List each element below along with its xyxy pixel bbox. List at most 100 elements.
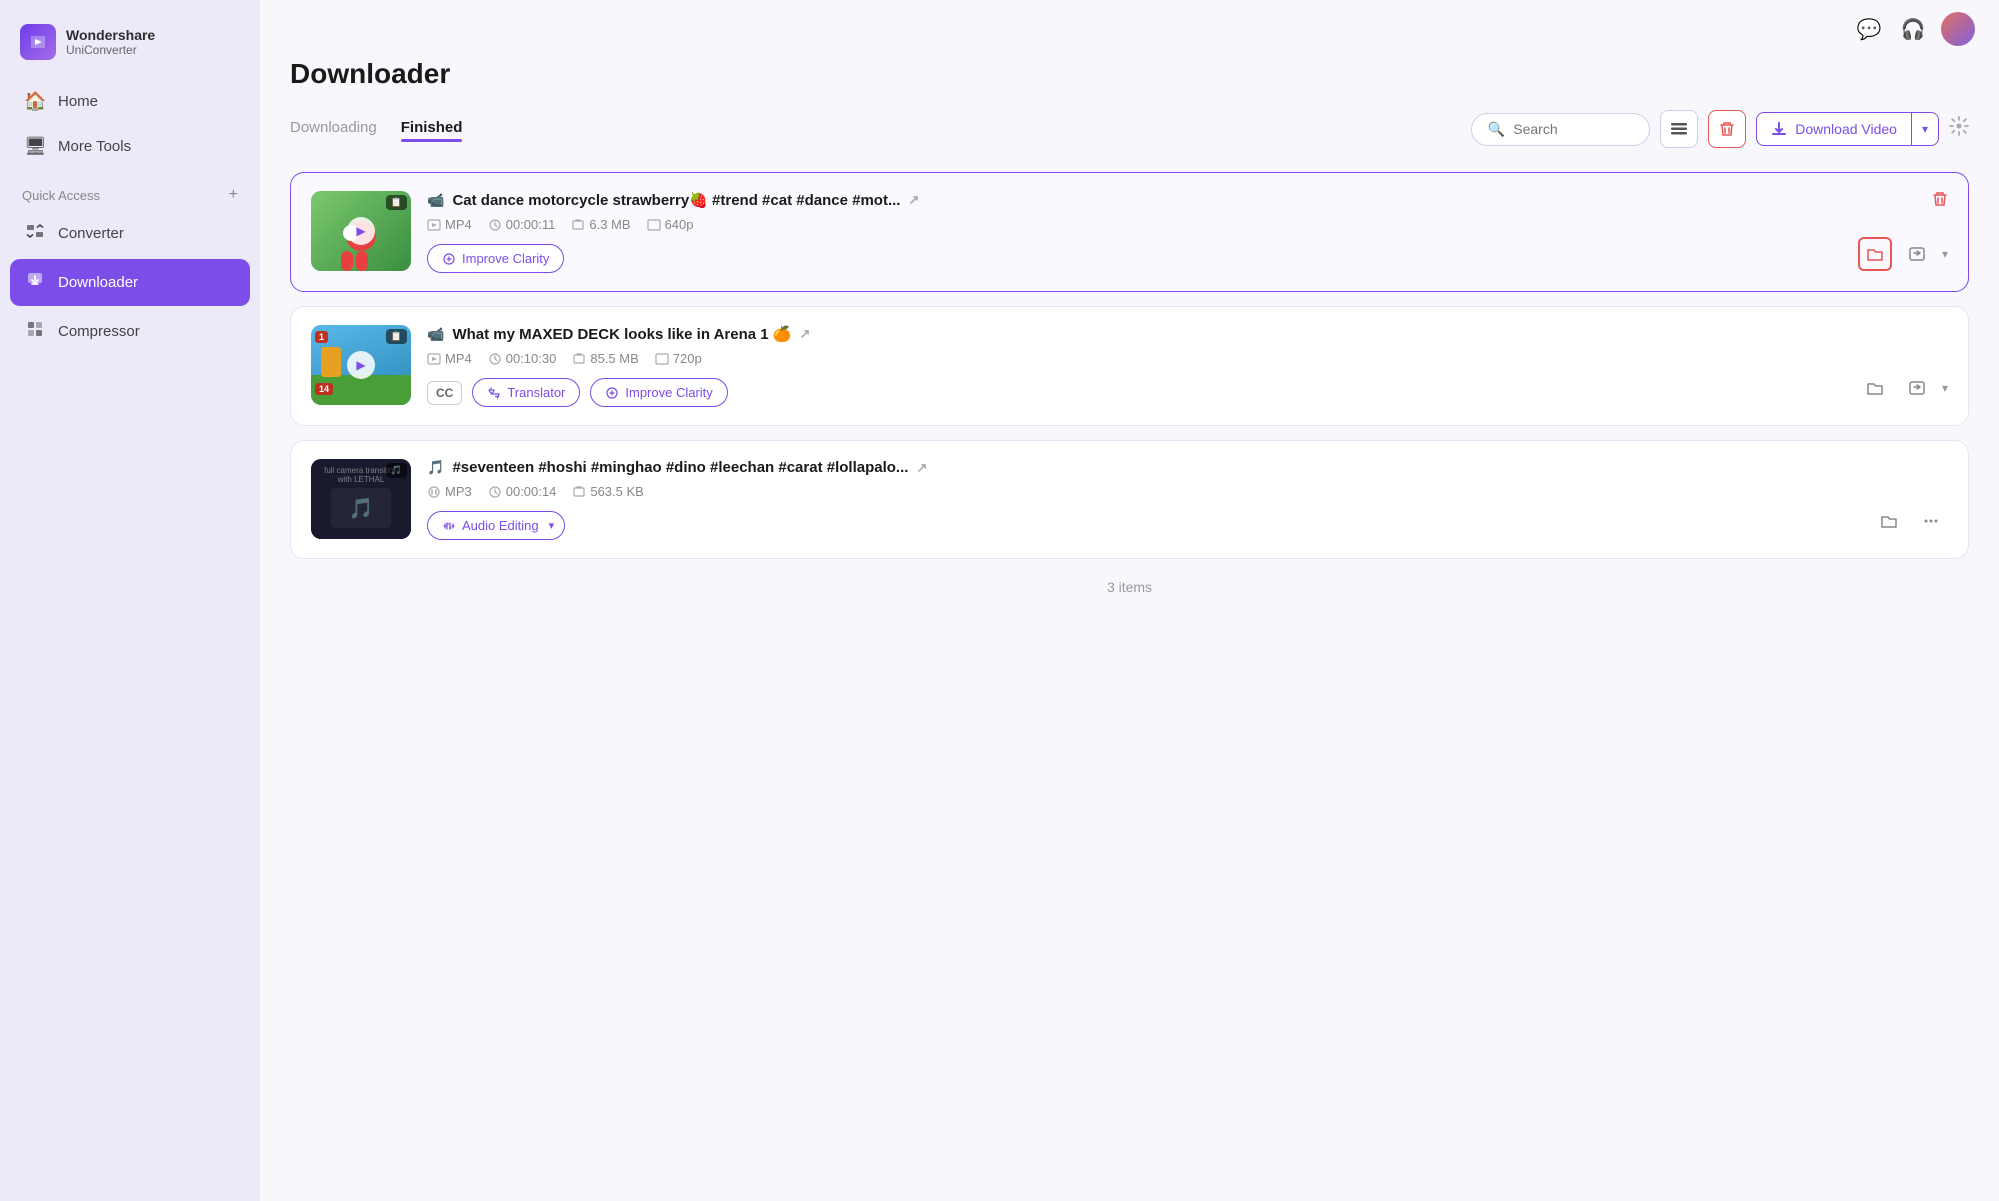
- video-icon-1: 📹: [427, 192, 444, 209]
- item-right-actions-3: [1872, 504, 1948, 538]
- user-avatar[interactable]: [1941, 12, 1975, 46]
- meta-duration-3: 00:00:14: [488, 484, 557, 499]
- item-title-2: 📹 What my MAXED DECK looks like in Arena…: [427, 325, 1948, 343]
- tab-downloading[interactable]: Downloading: [290, 119, 377, 140]
- audio-editing-button-3[interactable]: Audio Editing ▾: [427, 511, 565, 540]
- meta-resolution-2: 720p: [655, 351, 702, 366]
- download-video-label: Download Video: [1795, 121, 1897, 137]
- improve-clarity-button-2[interactable]: Improve Clarity: [590, 378, 727, 407]
- app-name: Wondershare: [66, 27, 155, 44]
- item-title-3: 🎵 #seventeen #hoshi #minghao #dino #leec…: [427, 459, 1948, 476]
- external-link-2[interactable]: ↗: [799, 326, 810, 342]
- quick-access-add-icon[interactable]: +: [229, 186, 238, 204]
- headset-icon[interactable]: 🎧: [1897, 13, 1929, 45]
- sidebar-item-more-tools-label: More Tools: [58, 138, 131, 155]
- download-video-button[interactable]: Download Video ▾: [1756, 112, 1939, 146]
- file-type-badge-3: 🎵: [386, 463, 407, 478]
- item-thumbnail-3[interactable]: full camera transition with LETHAL 🎵 🎵: [311, 459, 411, 539]
- meta-resolution-1: 640p: [647, 217, 694, 232]
- meta-size-1: 6.3 MB: [571, 217, 630, 232]
- file-type-badge-2: 📋: [386, 329, 407, 344]
- converter-icon: [24, 221, 46, 246]
- external-link-1[interactable]: ↗: [908, 192, 919, 208]
- translator-button-2[interactable]: Translator: [472, 378, 580, 407]
- meta-format-1: MP4: [427, 217, 472, 232]
- chat-icon[interactable]: 💬: [1853, 13, 1885, 45]
- search-input[interactable]: [1513, 121, 1633, 137]
- cc-button-2[interactable]: CC: [427, 381, 462, 405]
- sidebar-item-compressor[interactable]: Compressor: [10, 308, 250, 355]
- compressor-icon: [24, 319, 46, 344]
- settings-button[interactable]: [1949, 116, 1969, 142]
- audio-editing-dropdown-arrow[interactable]: ▾: [549, 519, 555, 532]
- video-icon-2: 📹: [427, 326, 444, 343]
- convert-button-2[interactable]: [1900, 371, 1934, 405]
- item-meta-3: MP3 00:00:14 563.5 KB: [427, 484, 1948, 499]
- quick-access-label: Quick Access: [22, 188, 100, 203]
- play-overlay-1[interactable]: ▶: [347, 217, 375, 245]
- items-list: ▶ 📋 📹 Cat dance motorcycle strawberry🍓 #…: [290, 172, 1969, 559]
- sidebar-nav: 🏠 Home 🖥 More Tools: [0, 80, 260, 168]
- item-thumbnail-1[interactable]: ▶ 📋: [311, 191, 411, 271]
- more-options-1[interactable]: ▾: [1942, 247, 1948, 261]
- item-actions-3: Audio Editing ▾: [427, 511, 1948, 540]
- item-right-actions-1: ▾: [1858, 237, 1948, 271]
- page-title: Downloader: [290, 58, 1969, 90]
- toolbar: Downloading Finished 🔍: [290, 110, 1969, 148]
- play-overlay-2[interactable]: ▶: [347, 351, 375, 379]
- sidebar-item-compressor-label: Compressor: [58, 323, 140, 340]
- sidebar-item-home[interactable]: 🏠 Home: [10, 80, 250, 123]
- item-right-actions-2: ▾: [1858, 371, 1948, 405]
- convert-button-1[interactable]: [1900, 237, 1934, 271]
- download-dropdown-arrow[interactable]: ▾: [1912, 114, 1938, 144]
- more-menu-button-3[interactable]: [1914, 504, 1948, 538]
- sidebar: Wondershare UniConverter 🏠 Home 🖥 More T…: [0, 0, 260, 1201]
- sidebar-item-converter-label: Converter: [58, 225, 124, 242]
- sidebar-item-more-tools[interactable]: 🖥 More Tools: [10, 125, 250, 168]
- meta-size-3: 563.5 KB: [572, 484, 644, 499]
- quick-access-section: Quick Access +: [0, 168, 260, 210]
- meta-size-2: 85.5 MB: [572, 351, 638, 366]
- content-area: Downloader Downloading Finished 🔍: [260, 58, 1999, 1201]
- open-folder-button-1[interactable]: [1858, 237, 1892, 271]
- item-meta-1: MP4 00:00:11 6.3 MB: [427, 217, 1948, 232]
- item-card-2: 1 14 ▶ 📋 📹 What my MAXED DECK looks like…: [290, 306, 1969, 426]
- item-actions-2: CC Translator Improve Clarity: [427, 378, 1948, 407]
- open-folder-button-2[interactable]: [1858, 371, 1892, 405]
- home-icon: 🏠: [24, 91, 46, 112]
- more-tools-icon: 🖥: [24, 136, 46, 157]
- sidebar-item-downloader-label: Downloader: [58, 274, 138, 291]
- delete-button[interactable]: [1708, 110, 1746, 148]
- list-view-button[interactable]: [1660, 110, 1698, 148]
- meta-duration-1: 00:00:11: [488, 217, 556, 232]
- meta-duration-2: 00:10:30: [488, 351, 557, 366]
- item-thumbnail-2[interactable]: 1 14 ▶ 📋: [311, 325, 411, 405]
- tab-finished[interactable]: Finished: [401, 119, 463, 140]
- open-folder-button-3[interactable]: [1872, 504, 1906, 538]
- downloader-icon: [24, 270, 46, 295]
- delete-item-1[interactable]: [1932, 191, 1948, 212]
- item-title-1: 📹 Cat dance motorcycle strawberry🍓 #tren…: [427, 191, 1948, 209]
- app-logo: Wondershare UniConverter: [0, 16, 260, 80]
- quick-access-nav: Converter Downloader Compressor: [0, 210, 260, 355]
- sidebar-item-downloader[interactable]: Downloader: [10, 259, 250, 306]
- search-icon: 🔍: [1488, 121, 1505, 138]
- file-type-badge-1: 📋: [386, 195, 407, 210]
- tabs: Downloading Finished: [290, 119, 1459, 140]
- meta-format-3: MP3: [427, 484, 472, 499]
- sidebar-item-converter[interactable]: Converter: [10, 210, 250, 257]
- meta-format-2: MP4: [427, 351, 472, 366]
- item-card-1: ▶ 📋 📹 Cat dance motorcycle strawberry🍓 #…: [290, 172, 1969, 292]
- improve-clarity-button-1[interactable]: Improve Clarity: [427, 244, 564, 273]
- sidebar-item-home-label: Home: [58, 93, 98, 110]
- main-content: 💬 🎧 Downloader Downloading Finished 🔍: [260, 0, 1999, 1201]
- logo-icon: [20, 24, 56, 60]
- external-link-3[interactable]: ↗: [916, 460, 927, 476]
- item-actions-1: Improve Clarity: [427, 244, 1948, 273]
- audio-icon-3: 🎵: [427, 459, 444, 476]
- search-box[interactable]: 🔍: [1471, 113, 1650, 146]
- toolbar-actions: 🔍: [1471, 110, 1969, 148]
- more-options-2[interactable]: ▾: [1942, 381, 1948, 395]
- item-meta-2: MP4 00:10:30 85.5 MB: [427, 351, 1948, 366]
- app-product: UniConverter: [66, 43, 155, 57]
